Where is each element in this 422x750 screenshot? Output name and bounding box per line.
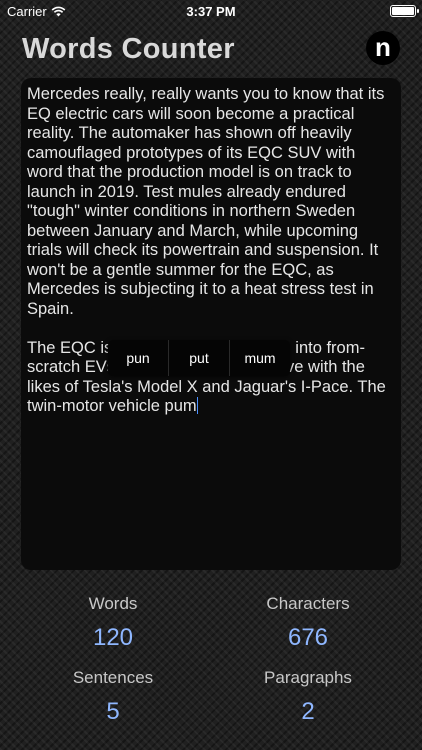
stat-characters: Characters 676 [208, 594, 408, 652]
battery-icon [390, 5, 419, 17]
suggestion-item[interactable]: put [169, 340, 230, 376]
stat-label: Paragraphs [264, 668, 352, 687]
stat-words: Words 120 [13, 594, 213, 652]
page-title: Words Counter [22, 33, 235, 65]
editor-paragraph-1: Mercedes really, really wants you to kno… [27, 85, 385, 318]
suggestion-item[interactable]: mum [230, 340, 290, 376]
stat-label: Sentences [72, 668, 154, 687]
text-editor[interactable]: Mercedes really, really wants you to kno… [21, 78, 401, 570]
stat-value: 2 [301, 698, 315, 725]
status-bar: Carrier 3:37 PM [0, 0, 422, 22]
logo-letter: n [375, 31, 391, 62]
stat-value: 5 [106, 698, 120, 725]
stat-sentences: Sentences 5 [13, 668, 213, 726]
status-time: 3:37 PM [186, 4, 236, 19]
brand-logo-button[interactable]: n [366, 31, 400, 65]
autocorrect-suggestions: pun put mum [108, 340, 290, 376]
stat-value: 676 [287, 624, 329, 651]
text-cursor [196, 397, 198, 414]
stat-label: Words [88, 594, 138, 613]
stat-value: 120 [92, 624, 134, 651]
stat-label: Characters [266, 594, 350, 613]
stat-paragraphs: Paragraphs 2 [208, 668, 408, 726]
suggestion-item[interactable]: pun [108, 340, 169, 376]
